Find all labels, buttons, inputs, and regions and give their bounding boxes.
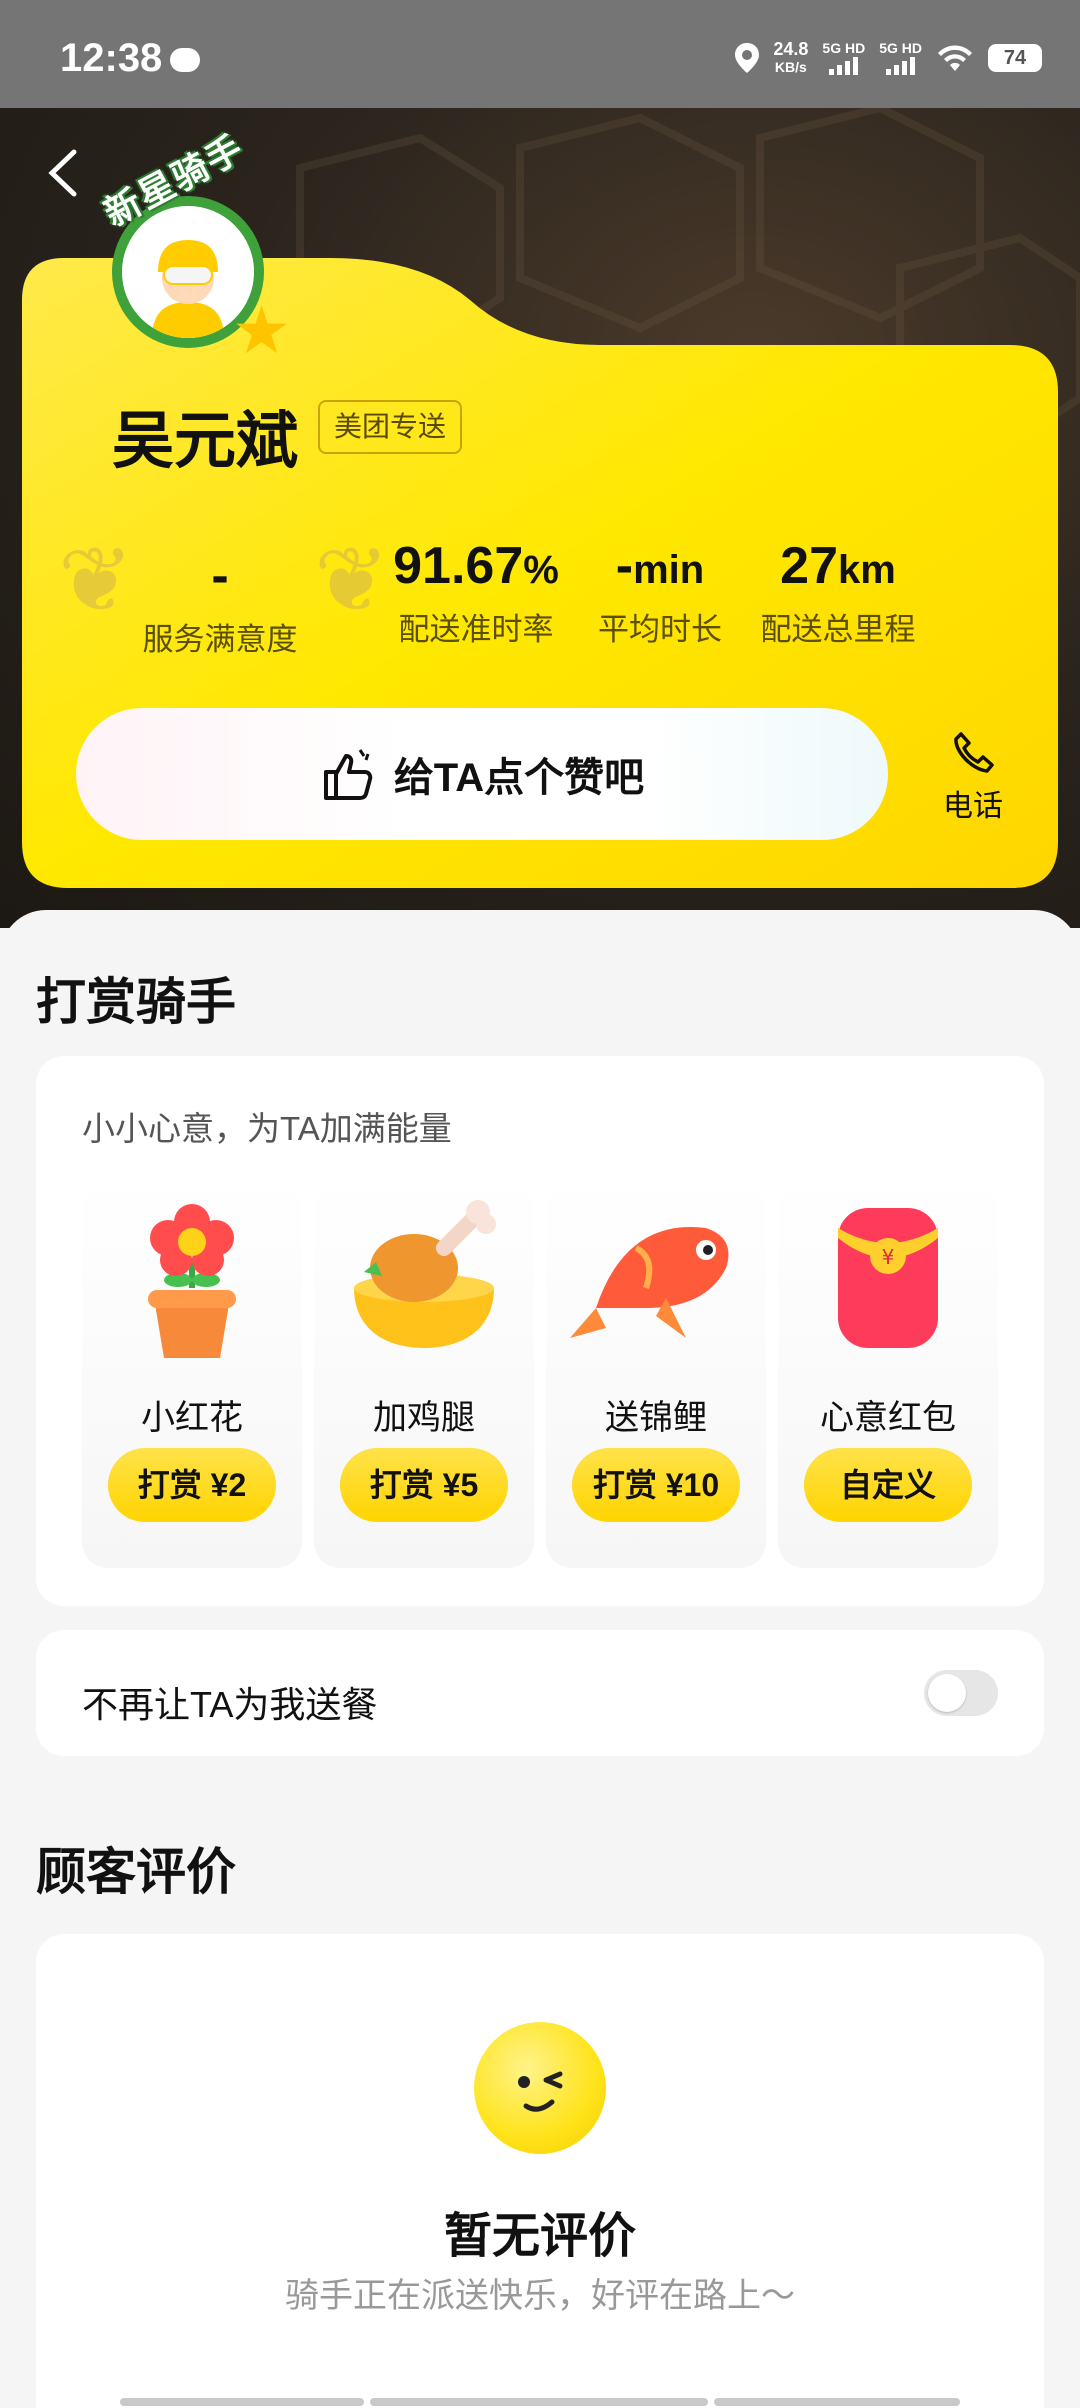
stat-label: 配送总里程 <box>760 612 916 647</box>
stat-label: 服务满意度 <box>142 622 298 657</box>
laurel-right-icon: ❦ <box>314 531 390 631</box>
drumstick-icon <box>354 1200 496 1348</box>
svg-text:¥: ¥ <box>882 1245 895 1269</box>
gift-name: 小红花 <box>141 1399 243 1437</box>
carousel-indicator <box>120 2398 960 2406</box>
stat-value: 91.67% <box>393 537 559 595</box>
gift-red-packet[interactable]: ¥ 心意红包 自定义 <box>778 1178 998 1568</box>
block-rider-row: 不再让TA为我送餐 <box>36 1630 1044 1756</box>
stat-value: - <box>211 547 229 605</box>
tip-5-button[interactable]: 打赏 ¥5 <box>340 1448 508 1522</box>
reviews-section-title: 顾客评价 <box>36 1844 236 1900</box>
tip-panel: 小小心意，为TA加满能量 小红花 打赏 ¥2 加鸡腿 打赏 ¥5 送锦鲤 打赏 … <box>36 1056 1044 1606</box>
toggle-knob <box>928 1674 966 1712</box>
thumbs-up-icon <box>323 749 373 800</box>
stat-value: 27km <box>780 537 896 595</box>
red-packet-icon: ¥ <box>838 1208 938 1348</box>
gift-koi[interactable]: 送锦鲤 打赏 ¥10 <box>546 1178 766 1568</box>
stat-label: 配送准时率 <box>398 612 554 647</box>
stat-value: -min <box>615 537 705 595</box>
gift-name: 心意红包 <box>820 1399 956 1437</box>
star-icon: ★ <box>232 293 292 367</box>
reviews-panel: 暂无评价 骑手正在派送快乐，好评在路上～ <box>36 1934 1044 2408</box>
rider-name: 吴元斌 <box>112 407 299 476</box>
stat-total-distance: 27km 配送总里程 <box>756 536 920 649</box>
block-rider-label: 不再让TA为我送餐 <box>82 1684 378 1725</box>
flower-pot-icon <box>148 1204 236 1358</box>
tip-subtitle: 小小心意，为TA加满能量 <box>82 1110 452 1147</box>
phone-button[interactable]: 电话 <box>936 730 1010 825</box>
phone-icon <box>954 732 994 773</box>
rider-card: 新星骑手 ★ 吴元斌 美团专送 ❦ ❦ - 服务满意度 91.67% 配送准时率… <box>0 0 1080 900</box>
gift-drumstick[interactable]: 加鸡腿 打赏 ¥5 <box>314 1178 534 1568</box>
gift-flower[interactable]: 小红花 打赏 ¥2 <box>82 1178 302 1568</box>
stat-avg-duration: -min 平均时长 <box>590 536 730 649</box>
tip-section-title: 打赏骑手 <box>36 974 236 1030</box>
stat-label: 平均时长 <box>598 612 722 647</box>
stat-ontime-rate: 91.67% 配送准时率 <box>386 536 566 649</box>
tip-10-button[interactable]: 打赏 ¥10 <box>572 1448 740 1522</box>
empty-reviews-subtitle: 骑手正在派送快乐，好评在路上～ <box>285 2277 795 2315</box>
rider-service-tag: 美团专送 <box>318 400 463 454</box>
like-button-label: 给TA点个赞吧 <box>393 756 645 800</box>
wink-face-icon <box>474 2022 606 2154</box>
phone-label: 电话 <box>943 790 1003 823</box>
block-rider-toggle[interactable] <box>924 1670 998 1716</box>
tip-2-button[interactable]: 打赏 ¥2 <box>108 1448 276 1522</box>
laurel-left-icon: ❦ <box>58 531 134 631</box>
like-rider-button[interactable]: 给TA点个赞吧 <box>76 708 888 840</box>
gift-name: 送锦鲤 <box>605 1399 707 1437</box>
empty-reviews-title: 暂无评价 <box>443 2210 636 2263</box>
koi-fish-icon <box>570 1227 729 1338</box>
gift-name: 加鸡腿 <box>373 1399 475 1437</box>
custom-tip-button[interactable]: 自定义 <box>804 1448 972 1522</box>
stat-satisfaction: - 服务满意度 <box>130 546 310 659</box>
